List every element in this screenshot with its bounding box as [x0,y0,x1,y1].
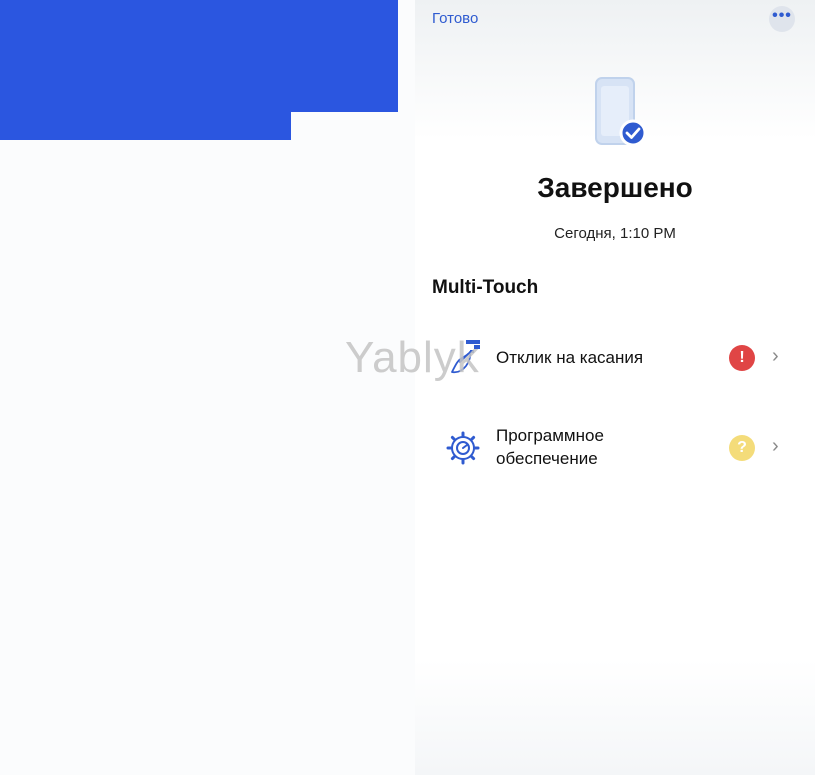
iphone-check-icon [595,77,647,147]
more-button[interactable]: ••• [769,6,795,32]
status-timestamp: Сегодня, 1:10 PM [554,225,676,242]
watermark-text: Yablyk [345,333,480,382]
list-item-software[interactable]: Программное обеспечение ? › [432,424,792,472]
chevron-right-icon: › [772,435,779,457]
software-label-line-2: обеспечение [496,449,598,468]
done-button[interactable]: Готово [432,10,478,27]
status-title: Завершено [537,172,693,203]
chevron-right-icon: › [772,345,779,367]
software-label-line-1: Программное [496,426,604,445]
touch-response-label: Отклик на касания [496,348,644,367]
ellipsis-icon: ••• [772,7,792,24]
left-panel [0,0,415,775]
list-item-touch-response[interactable]: Отклик на касания ! › [432,340,792,376]
section-title: Multi-Touch [432,277,539,298]
software-label: Программное обеспечение [496,424,604,470]
blue-display-area [0,0,398,112]
gear-icon [446,431,480,465]
unknown-status-icon: ? [729,435,755,461]
blue-display-area-lower [0,112,291,140]
error-status-icon: ! [729,345,755,371]
